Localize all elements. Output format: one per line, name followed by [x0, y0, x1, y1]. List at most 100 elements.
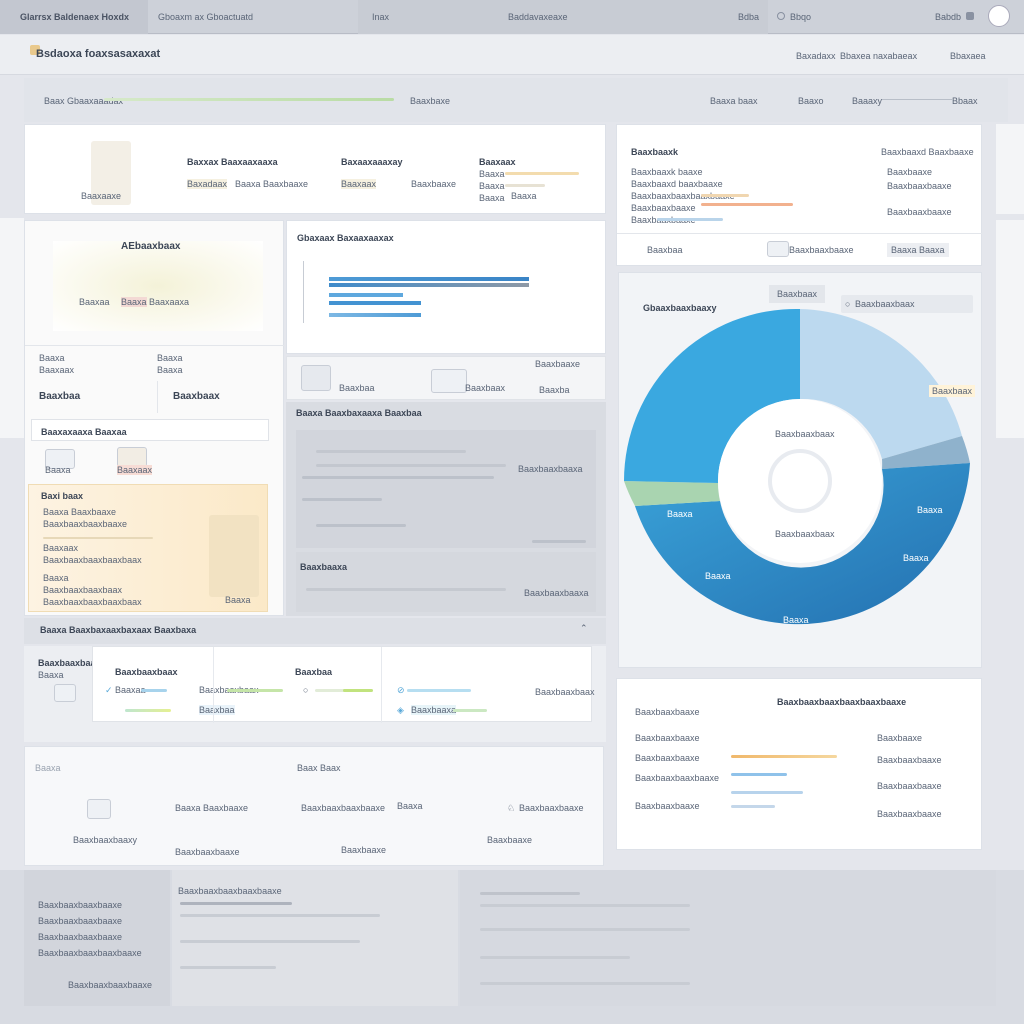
col-divider: [381, 647, 382, 723]
bottom-item-d: Baaxbaaxe: [341, 845, 387, 855]
list-line: [302, 498, 382, 501]
note-line-6: Baaxbaaxbaaxbaax: [43, 585, 123, 595]
tab-inax[interactable]: Inax: [372, 12, 389, 22]
filter-d[interactable]: Bbaax: [952, 96, 978, 106]
table-col-d: Baaxbaaxbaax: [535, 687, 595, 697]
summary-value-b2: Baaxbaaxe: [411, 179, 457, 189]
note-line-5: Baaxa: [43, 573, 69, 583]
user-label[interactable]: Babdb: [935, 12, 961, 22]
side-top-row-1: Baaxbaaxk baaxe: [631, 167, 703, 177]
bar-footer-a: Baaxbaa: [339, 383, 375, 393]
chart-icon: [431, 369, 467, 393]
list-section-b: Baaxbaaxa: [300, 562, 348, 572]
side-top-right-row-1: Baaxbaaxe: [887, 167, 933, 177]
workspace-title[interactable]: Gboaxm ax Gboactuatd: [158, 12, 253, 22]
donut-chart[interactable]: [619, 273, 983, 669]
check-icon[interactable]: ✓: [105, 685, 113, 696]
side-bar: [701, 194, 749, 197]
footer-mid-panel: Baaxbaaxbaaxbaaxbaaxe: [172, 870, 458, 1006]
donut-label-right2: Baaxa: [903, 553, 929, 563]
link-icon[interactable]: ⊘: [397, 685, 405, 696]
table-collapse-icon[interactable]: ⌃: [580, 623, 588, 634]
search-label[interactable]: Bbqo: [790, 12, 811, 22]
legend-row-3: Baaxbaaxbaaxbaaxe: [635, 773, 720, 783]
note-line-7: Baaxbaaxbaaxbaaxbaax: [43, 597, 142, 607]
footer-row-4: Baaxbaaxbaaxbaaxbaaxe: [38, 948, 142, 958]
tag-icon[interactable]: ◈: [397, 705, 404, 716]
side-top-footer-right[interactable]: Baaxa Baaxa: [887, 243, 949, 257]
footer-bottom-label: Baaxbaaxbaaxbaaxe: [68, 980, 153, 990]
note-line-1: Baaxa Baaxbaaxe: [43, 507, 117, 517]
radio-icon[interactable]: ○: [303, 685, 308, 695]
legend-subtitle: Baaxbaaxbaaxe: [635, 707, 700, 717]
table-body: Baaxbaaxbaax ✓ Baaxaa Baaxbaaxbaax Baaxb…: [92, 646, 595, 723]
footer-line: [480, 982, 690, 985]
table-col-b: Baaxbaaxbaax: [115, 667, 178, 677]
bar-footer-b: Baaxbaax: [465, 383, 506, 393]
image-icon: [301, 365, 331, 391]
list-line: [302, 476, 494, 479]
side-top-row-2: Baaxbaaxd baaxbaaxe: [631, 179, 723, 189]
footer-row-1: Baaxbaaxbaaxbaaxe: [38, 900, 123, 910]
search-icon[interactable]: [777, 12, 785, 20]
footer-right-panel: [460, 870, 996, 1006]
list-line: [532, 540, 586, 543]
note-rule: [43, 537, 153, 539]
summary-row-c1: Baaxa: [479, 169, 505, 179]
bell-icon[interactable]: [966, 12, 974, 20]
map-label-b: Baaxa: [121, 297, 147, 307]
header-link-a[interactable]: Baxadaxx: [796, 51, 836, 61]
table: Baaxbaaxbaax Baaxa Baaxbaaxbaax ✓ Baaxaa…: [24, 646, 606, 742]
filter-divider: [882, 99, 952, 100]
tab-baddavaxeaxe[interactable]: Baddavaxeaxe: [508, 12, 568, 22]
legend-right-row-4: Baaxbaaxbaaxe: [877, 809, 942, 819]
summary-value-a: Baxadaax: [187, 179, 228, 189]
bottom-item-b: Baaxa Baaxbaaxe: [175, 803, 249, 813]
legend-bar-1: [731, 755, 837, 758]
map-section-title: Baaxaxaaxa Baaxaa: [41, 427, 127, 437]
table-bar: [141, 689, 167, 692]
footer-line: [480, 928, 690, 931]
app-title: Glarrsx Baldenaex Hoxdx: [20, 12, 130, 22]
right-edge-panel-2: [996, 220, 1024, 438]
breadcrumb-value: Baaxbaxe: [410, 96, 451, 106]
map-stat-b-value: Baaxbaax: [173, 391, 220, 402]
donut-label-left: Baaxa: [705, 571, 731, 581]
tab-bdba[interactable]: Bdba: [738, 12, 759, 22]
note-card: Baxi baax Baaxa Baaxbaaxe Baaxbaaxbaaxba…: [28, 484, 268, 612]
donut-card: Gbaaxbaaxbaaxy Baaxbaax ○ Baaxbaaxbaax B…: [618, 272, 982, 668]
bar-chart-card: Gbaxaax Baxaaxaaxax: [286, 220, 606, 354]
legend-bar-4: [731, 805, 775, 808]
side-bar: [657, 218, 723, 221]
avatar[interactable]: [988, 5, 1010, 27]
bottom-item-c: Baaxbaaxbaaxbaaxe: [301, 803, 386, 813]
donut-label-right: Baaxa: [917, 505, 943, 515]
side-top-right-row-3: Baaxbaaxbaaxe: [887, 207, 952, 217]
list-line: [316, 524, 406, 527]
progress-bar: [104, 98, 394, 101]
footer-line: [480, 904, 690, 907]
bottom-item-e: Baaxbaaxbaaxe: [519, 803, 584, 813]
table-col-a-sub: Baaxa: [38, 670, 64, 680]
filter-a[interactable]: Baaxa baax: [710, 96, 758, 106]
map-stat-a-sub: Baaxaax: [39, 365, 75, 375]
legend-row-1: Baaxbaaxbaaxe: [635, 733, 700, 743]
summary-value-b: Baaxaax: [341, 179, 377, 189]
filter-b[interactable]: Baaxo: [798, 96, 824, 106]
world-map[interactable]: [53, 241, 263, 331]
side-top-title-right: Baaxbaaxd Baaxbaaxe: [881, 147, 974, 157]
header-link-b[interactable]: Bbaxea naxabaeax: [840, 51, 917, 61]
header-link-c[interactable]: Bbaxaea: [950, 51, 986, 61]
list-line: [306, 588, 506, 591]
filter-c[interactable]: Baaaxy: [852, 96, 882, 106]
summary-title-c: Baaxaax: [479, 157, 516, 167]
bottom-label-a: Baaxa: [35, 763, 61, 773]
footer: Baaxbaaxbaaxbaaxe Baaxbaaxbaaxbaaxe Baax…: [0, 870, 1024, 1024]
note-image: [209, 515, 259, 597]
top-bar: Glarrsx Baldenaex Hoxdx Gboaxm ax Gboact…: [0, 0, 1024, 34]
legend-row-2: Baaxbaaxbaaxe: [635, 753, 700, 763]
y-axis: [303, 261, 304, 323]
footer-row-2: Baaxbaaxbaaxbaaxe: [38, 916, 123, 926]
list-line: [316, 464, 506, 467]
note-line-4: Baaxbaaxbaaxbaaxbaax: [43, 555, 142, 565]
